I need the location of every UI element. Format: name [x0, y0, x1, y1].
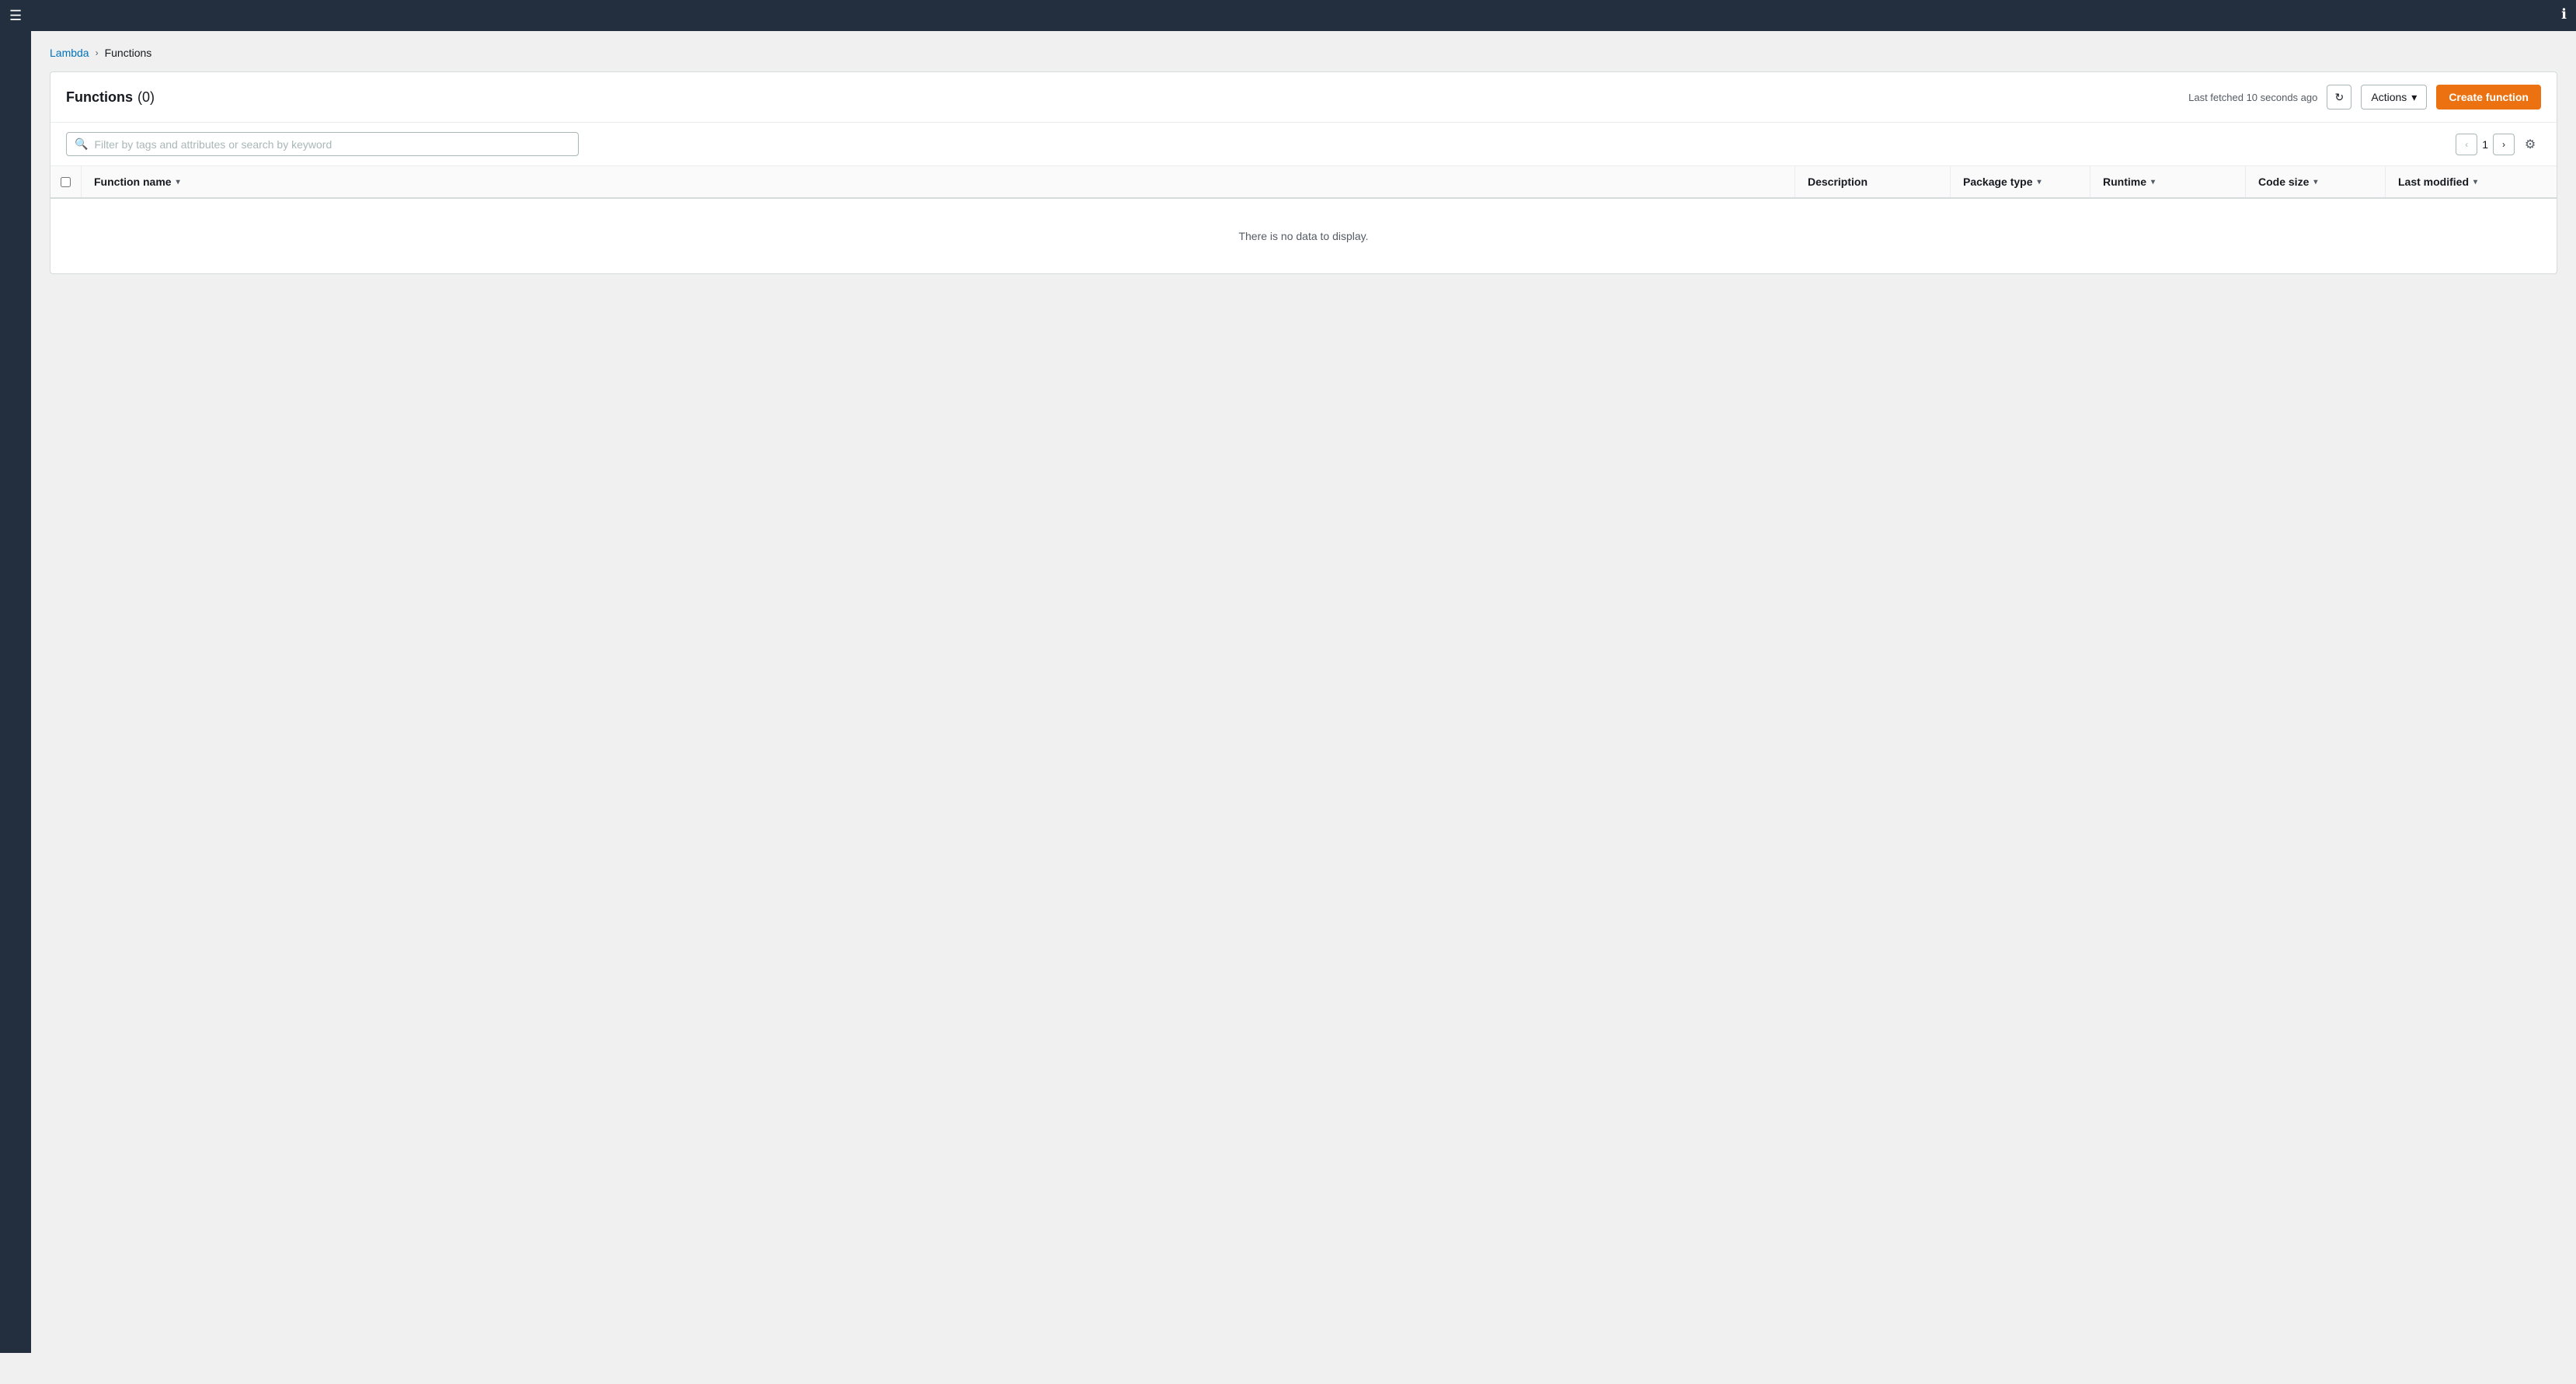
pagination-controls: ‹ 1 › ⚙ [2456, 134, 2541, 155]
main-layout: Lambda › Functions Functions (0) Last fe… [0, 31, 2576, 1353]
pagination-prev-icon: ‹ [2465, 139, 2468, 150]
panel-header: Functions (0) Last fetched 10 seconds ag… [50, 72, 2557, 123]
breadcrumb-current: Functions [105, 47, 152, 59]
pagination-prev-button[interactable]: ‹ [2456, 134, 2477, 155]
table-header: Function name ▾ Description Package type… [50, 166, 2557, 199]
pagination-next-button[interactable]: › [2493, 134, 2515, 155]
info-icon: ℹ [2561, 6, 2567, 22]
actions-chevron-icon: ▾ [2411, 91, 2417, 104]
panel-count: (0) [138, 89, 155, 106]
actions-label: Actions [2371, 91, 2407, 103]
sidebar [0, 31, 31, 1353]
search-input[interactable] [94, 138, 570, 151]
column-label-package-type: Package type [1963, 176, 2033, 188]
sort-icon-runtime: ▾ [2151, 178, 2155, 186]
table-settings-button[interactable]: ⚙ [2519, 134, 2541, 155]
column-label-function-name: Function name [94, 176, 172, 188]
refresh-button[interactable]: ↻ [2327, 85, 2351, 110]
column-header-runtime[interactable]: Runtime ▾ [2090, 166, 2246, 197]
select-all-checkbox[interactable] [61, 177, 71, 187]
column-header-description: Description [1795, 166, 1951, 197]
content-area: Lambda › Functions Functions (0) Last fe… [31, 31, 2576, 1353]
refresh-icon: ↻ [2334, 91, 2344, 104]
create-function-button[interactable]: Create function [2436, 85, 2541, 110]
table-empty-message: There is no data to display. [50, 199, 2557, 273]
column-header-code-size[interactable]: Code size ▾ [2246, 166, 2386, 197]
panel-header-right: Last fetched 10 seconds ago ↻ Actions ▾ … [2188, 85, 2541, 110]
info-icon-wrapper[interactable]: ℹ [2561, 6, 2567, 23]
column-header-package-type[interactable]: Package type ▾ [1951, 166, 2090, 197]
sort-icon-package-type: ▾ [2038, 178, 2042, 186]
panel-title: Functions [66, 89, 133, 106]
search-bar: 🔍 [66, 132, 579, 156]
sort-icon-code-size: ▾ [2313, 178, 2317, 186]
sort-icon-last-modified: ▾ [2473, 178, 2477, 186]
breadcrumb-lambda-link[interactable]: Lambda [50, 47, 89, 59]
top-nav: ☰ [0, 0, 2576, 31]
pagination-current: 1 [2482, 138, 2488, 151]
column-header-last-modified[interactable]: Last modified ▾ [2386, 166, 2557, 197]
search-icon: 🔍 [75, 137, 88, 151]
last-fetched-label: Last fetched 10 seconds ago [2188, 92, 2317, 103]
column-header-function-name[interactable]: Function name ▾ [82, 166, 1795, 197]
column-label-description: Description [1808, 176, 1868, 188]
settings-icon: ⚙ [2525, 137, 2536, 152]
column-label-code-size: Code size [2258, 176, 2309, 188]
select-all-checkbox-cell [50, 166, 82, 197]
menu-icon[interactable]: ☰ [9, 8, 22, 24]
pagination-next-icon: › [2502, 139, 2505, 150]
breadcrumb-separator: › [96, 47, 99, 58]
breadcrumb: Lambda › Functions [50, 47, 2557, 59]
sort-icon-function-name: ▾ [176, 178, 180, 186]
column-label-last-modified: Last modified [2398, 176, 2469, 188]
column-label-runtime: Runtime [2103, 176, 2146, 188]
actions-button[interactable]: Actions ▾ [2361, 85, 2427, 110]
functions-panel: Functions (0) Last fetched 10 seconds ag… [50, 71, 2557, 274]
